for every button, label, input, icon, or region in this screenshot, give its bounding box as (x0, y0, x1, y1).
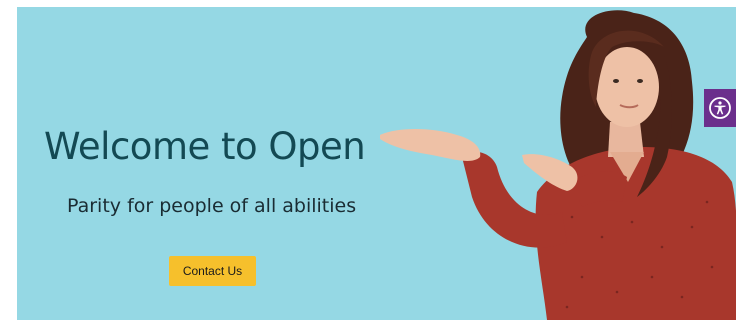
page: Welcome to Open Parity for people of all… (0, 0, 736, 321)
hero-title: Welcome to Open (44, 125, 366, 168)
hero-banner: Welcome to Open Parity for people of all… (17, 7, 736, 320)
accessibility-toolbar-button[interactable] (704, 89, 736, 127)
contact-us-button[interactable]: Contact Us (169, 256, 256, 286)
accessibility-person-icon (709, 97, 731, 119)
hero-subtitle: Parity for people of all abilities (67, 195, 357, 217)
hero-person-image (380, 10, 736, 320)
